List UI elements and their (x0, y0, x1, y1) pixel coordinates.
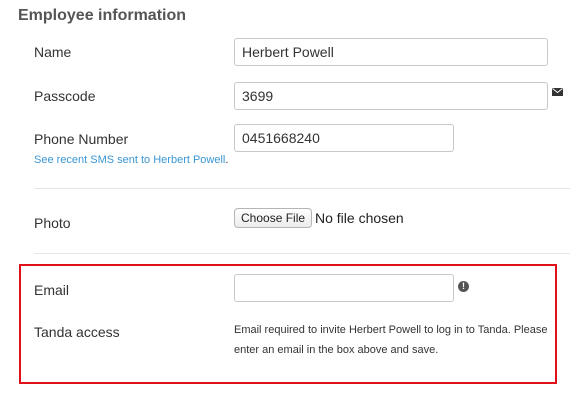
see-recent-sms-link[interactable]: See recent SMS sent to Herbert Powell. (34, 154, 228, 166)
divider (34, 253, 570, 254)
file-status: No file chosen (315, 210, 404, 226)
sms-link-tail: . (225, 154, 229, 166)
name-field[interactable] (234, 38, 548, 66)
email-field[interactable] (234, 274, 454, 302)
photo-label: Photo (34, 215, 71, 231)
choose-file-button[interactable]: Choose File (234, 208, 313, 228)
passcode-label: Passcode (34, 88, 96, 104)
divider (34, 188, 570, 189)
alert-icon: ! (458, 281, 469, 292)
tanda-access-label: Tanda access (34, 324, 120, 340)
email-label: Email (34, 282, 70, 298)
passcode-field[interactable] (234, 82, 548, 110)
name-label: Name (34, 44, 72, 60)
envelope-icon[interactable] (552, 88, 563, 96)
tanda-access-help: Email required to invite Herbert Powell … (234, 324, 548, 356)
sms-link-text[interactable]: See recent SMS sent to Herbert Powell (34, 154, 225, 166)
phone-number-label: Phone Number (34, 131, 129, 147)
section-title: Employee information (18, 7, 187, 24)
phone-number-field[interactable] (234, 124, 454, 152)
